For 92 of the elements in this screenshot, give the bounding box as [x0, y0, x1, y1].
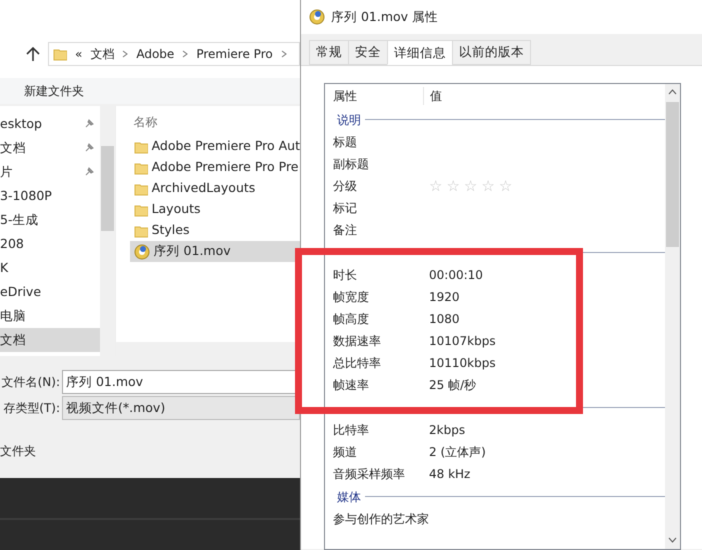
folder-icon	[134, 224, 148, 238]
file-item[interactable]: ArchivedLayouts	[130, 178, 300, 199]
property-value: 00:00:10	[428, 267, 484, 283]
file-name: Adobe Premiere Pro Aut	[152, 137, 300, 156]
column-header[interactable]: 名称	[134, 110, 300, 136]
property-name: 频道	[332, 444, 358, 460]
nav-label: eDrive	[0, 282, 42, 301]
file-type-dropdown[interactable]: 视频文件(*.mov)	[62, 396, 300, 420]
column-header[interactable]: 属性	[325, 87, 423, 105]
folders-toggle[interactable]: 文件夹	[0, 442, 40, 460]
property-name: 帧速率	[332, 377, 370, 393]
file-item[interactable]: Adobe Premiere Pro Pre	[130, 157, 300, 178]
file-name: Layouts	[152, 200, 201, 218]
property-value: 2kbps	[428, 422, 466, 438]
scroll-up-icon	[668, 89, 677, 95]
file-name: 序列 01.mov	[154, 242, 231, 260]
nav-label: 电脑	[0, 306, 26, 325]
tab[interactable]: 以前的版本	[452, 40, 531, 65]
nav-item[interactable]: 3-1080P	[0, 184, 100, 208]
breadcrumb-item[interactable]: «	[75, 45, 82, 63]
nav-label: K	[0, 258, 8, 277]
property-name: 帧宽度	[332, 289, 370, 305]
property-value: 1920	[428, 289, 461, 305]
nav-item[interactable]: 5-生成	[0, 208, 100, 232]
folder-icon	[134, 160, 148, 174]
property-name: 分级	[332, 178, 358, 194]
up-arrow-icon[interactable]	[26, 47, 40, 61]
nav-item[interactable]: 片	[0, 160, 100, 184]
nav-item[interactable]: 电脑	[0, 304, 100, 328]
toolbar-button[interactable]: 新建文件夹	[24, 82, 84, 100]
nav-label: 5-生成	[0, 210, 38, 229]
property-name: 数据速率	[332, 333, 382, 349]
property-name: 比特率	[332, 422, 370, 438]
file-item[interactable]: 序列 01.mov	[130, 241, 300, 262]
field-label: 存类型(T):	[2, 400, 61, 417]
property-name: 时长	[332, 267, 358, 283]
file-name: ArchivedLayouts	[152, 179, 256, 198]
property-value: 25 帧/秒	[428, 377, 478, 393]
nav-item[interactable]: 文档	[0, 136, 100, 160]
property-name: 音频采样频率	[332, 466, 406, 482]
chevron-icon	[182, 50, 188, 58]
file-item[interactable]: Adobe Premiere Pro Aut	[130, 136, 300, 157]
chevron-icon	[122, 50, 128, 58]
property-value: 10107kbps	[428, 333, 497, 349]
folder-icon	[53, 47, 67, 61]
file-item[interactable]: Layouts	[130, 199, 300, 220]
address-bar[interactable]: « 文档 Adobe Premiere Pro	[48, 42, 300, 66]
property-name: 标记	[332, 200, 358, 216]
file-item[interactable]: Styles	[130, 220, 300, 241]
pin-icon	[84, 167, 94, 177]
property-value: 2 (立体声)	[428, 444, 487, 460]
folder-icon	[134, 202, 148, 216]
window-title: 序列 01.mov 属性	[331, 8, 440, 26]
section-heading: 说明	[337, 112, 361, 128]
property-value: 1080	[428, 311, 461, 327]
property-name: 总比特率	[332, 355, 382, 371]
file-name: Styles	[152, 221, 190, 240]
property-name: 副标题	[332, 156, 370, 172]
property-name: 参与创作的艺术家	[332, 511, 429, 527]
folder-icon	[134, 182, 148, 196]
chevron-icon	[280, 50, 287, 58]
nav-label: 片	[0, 162, 13, 181]
property-name: 标题	[332, 134, 358, 150]
breadcrumb-item[interactable]: Premiere Pro	[196, 45, 273, 63]
nav-label: 文档	[0, 330, 26, 349]
tab[interactable]: 详细信息	[387, 40, 453, 65]
nav-item[interactable]: K	[0, 256, 100, 280]
media-file-icon	[134, 244, 150, 260]
property-name: 帧高度	[332, 311, 370, 327]
tab[interactable]: 常规	[309, 40, 349, 65]
pin-icon	[84, 119, 94, 129]
media-file-icon	[309, 9, 325, 25]
nav-label: 208	[0, 234, 24, 253]
nav-item[interactable]: 文档	[0, 328, 100, 352]
nav-item[interactable]: eDrive	[0, 280, 100, 304]
pin-icon	[84, 143, 94, 153]
folder-icon	[134, 140, 148, 154]
property-value: 10110kbps	[428, 355, 497, 371]
field-label: 文件名(N):	[0, 374, 61, 391]
nav-item[interactable]: esktop	[0, 112, 100, 136]
breadcrumb-item[interactable]: 文档	[90, 45, 114, 63]
nav-label: 3-1080P	[0, 186, 52, 205]
nav-label: esktop	[0, 114, 42, 133]
section-heading: 媒体	[337, 488, 361, 506]
scroll-down-icon	[668, 537, 677, 543]
nav-label: 文档	[0, 138, 26, 157]
property-value: 48 kHz	[428, 466, 472, 482]
property-name: 备注	[332, 222, 358, 238]
tab[interactable]: 安全	[348, 40, 388, 65]
nav-item[interactable]: 208	[0, 232, 100, 256]
breadcrumb-item[interactable]: Adobe	[136, 45, 174, 63]
file-name: Adobe Premiere Pro Pre	[152, 158, 298, 176]
